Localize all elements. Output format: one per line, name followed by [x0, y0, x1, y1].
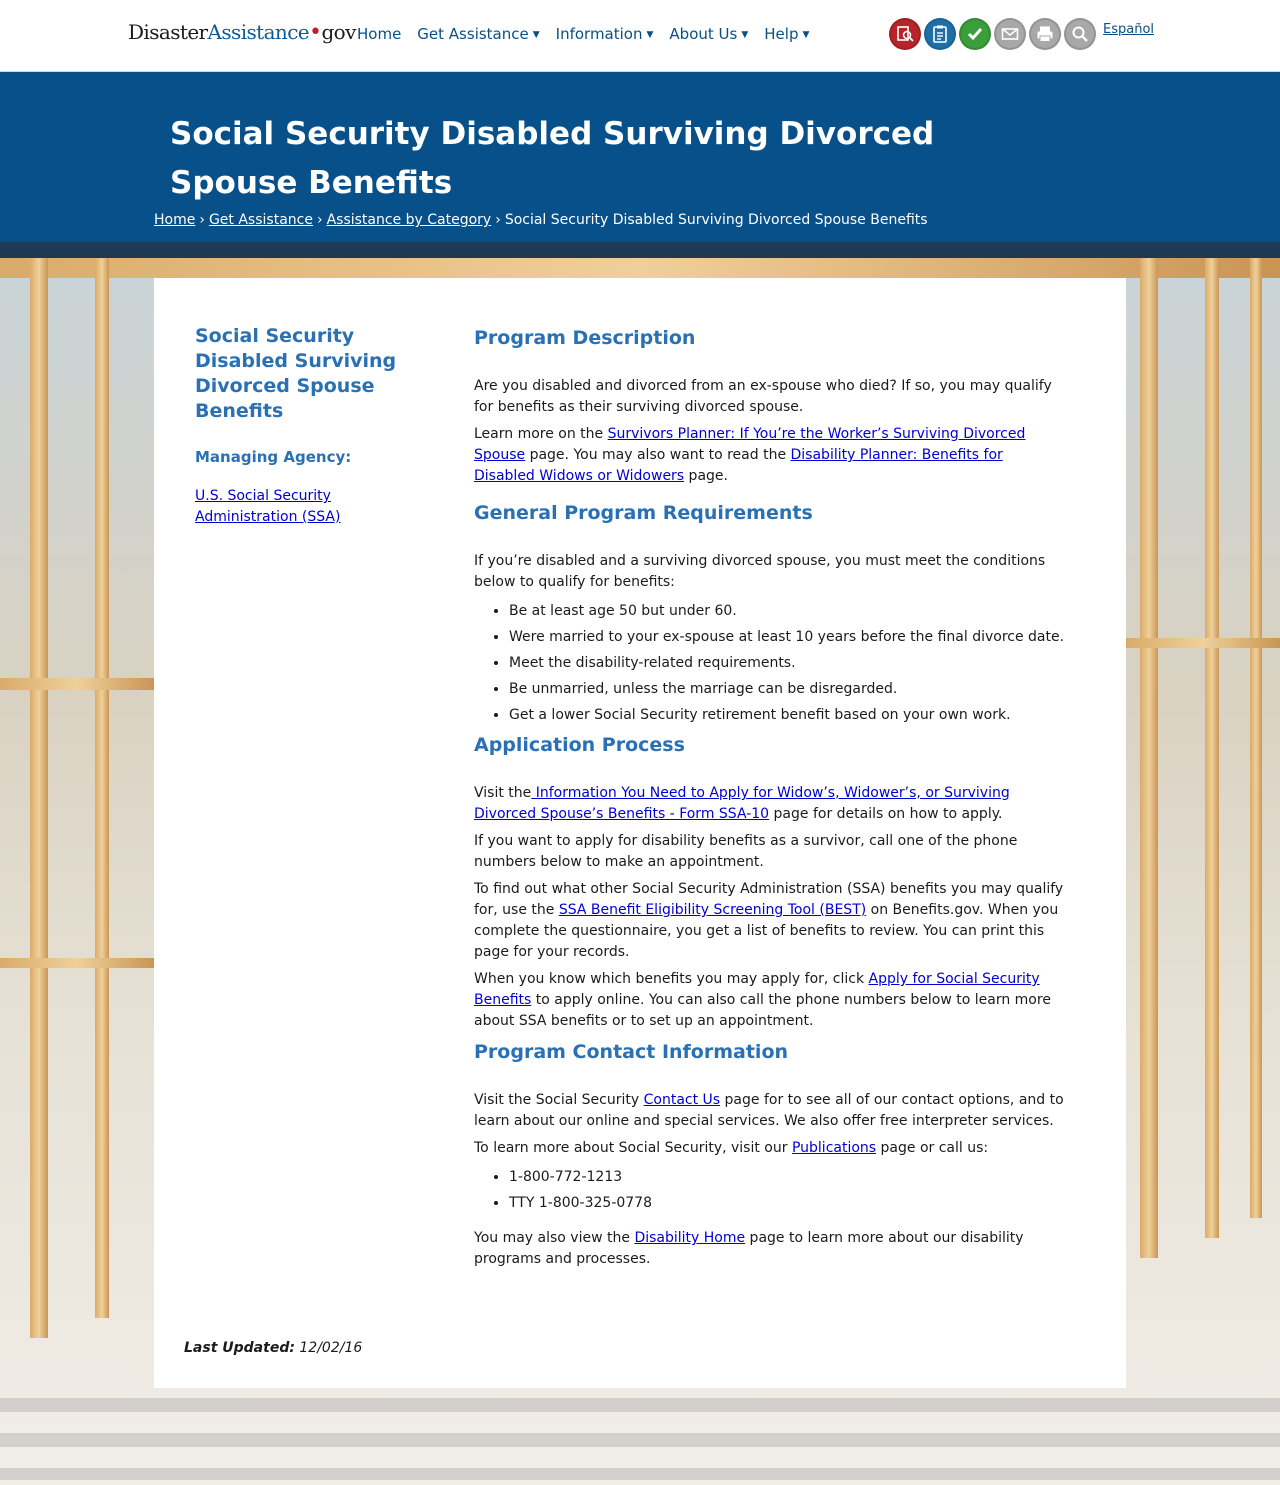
- nav-home[interactable]: Home: [357, 25, 401, 43]
- description-learn-more: Learn more on the Survivors Planner: If …: [474, 424, 1066, 487]
- publications-link[interactable]: Publications: [792, 1140, 876, 1156]
- last-updated-label: Last Updated:: [184, 1340, 295, 1356]
- logo-part-disaster: Disaster: [128, 20, 208, 44]
- main-nav: Home Get Assistance ▼ Information ▼ About …: [357, 25, 825, 43]
- breadcrumb-get-assistance[interactable]: Get Assistance: [209, 212, 313, 228]
- check-status-icon[interactable]: [924, 18, 956, 50]
- breadcrumb-assistance-by-category[interactable]: Assistance by Category: [327, 212, 492, 228]
- nav-about-us-label: About Us: [669, 25, 738, 43]
- banner-divider: [0, 242, 1280, 258]
- language-espanol-link[interactable]: Español: [1103, 22, 1154, 37]
- last-updated: Last Updated: 12/02/16: [184, 1340, 362, 1356]
- contact-paragraph-2: To learn more about Social Security, vis…: [474, 1138, 1066, 1159]
- phone-number: 1-800-772-1213: [509, 1167, 1066, 1188]
- nav-help[interactable]: Help ▼: [764, 25, 809, 43]
- text: Visit the Social Security: [474, 1092, 644, 1108]
- phone-list: 1-800-772-1213 TTY 1-800-325-0778: [474, 1167, 1066, 1214]
- nav-information-label: Information: [555, 25, 643, 43]
- text: to apply online. You can also call the p…: [474, 992, 1051, 1029]
- toolbar-icons: [889, 18, 1099, 50]
- managing-agency-link[interactable]: U.S. Social Security Administration (SSA…: [195, 486, 435, 528]
- logo-part-gov: gov: [321, 20, 356, 44]
- list-item: Were married to your ex-spouse at least …: [509, 627, 1066, 648]
- contact-paragraph-3: You may also view the Disability Home pa…: [474, 1228, 1066, 1270]
- text: Visit the: [474, 785, 532, 801]
- search-icon[interactable]: [1064, 18, 1096, 50]
- nav-information[interactable]: Information ▼: [556, 25, 654, 43]
- section-heading-application-process: Application Process: [474, 734, 685, 756]
- last-updated-date: 12/02/16: [299, 1340, 363, 1356]
- breadcrumb-separator: ›: [495, 212, 501, 228]
- requirements-intro: If you’re disabled and a surviving divor…: [474, 553, 1046, 590]
- site-logo[interactable]: DisasterAssistance•gov: [128, 20, 356, 45]
- program-sidebar: Social Security Disabled Surviving Divor…: [195, 324, 435, 528]
- disability-home-link[interactable]: Disability Home: [634, 1230, 745, 1246]
- apply-online-icon[interactable]: [889, 18, 921, 50]
- list-item: Be unmarried, unless the marriage can be…: [509, 679, 1066, 700]
- breadcrumb-separator: ›: [316, 212, 323, 228]
- text: To learn more about Social Security, vis…: [474, 1140, 792, 1156]
- contact-us-link[interactable]: Contact Us: [644, 1092, 720, 1108]
- requirements-list: Be at least age 50 but under 60. Were ma…: [474, 601, 1066, 726]
- nav-get-assistance-label: Get Assistance: [417, 25, 529, 43]
- phone-number: TTY 1-800-325-0778: [509, 1193, 1066, 1214]
- content-card: Social Security Disabled Surviving Divor…: [154, 278, 1126, 1388]
- section-heading-general-requirements: General Program Requirements: [474, 502, 813, 524]
- email-icon[interactable]: [994, 18, 1026, 50]
- text: You may also view the: [474, 1230, 635, 1246]
- list-item: Meet the disability-related requirements…: [509, 653, 1066, 674]
- text: When you know which benefits you may app…: [474, 971, 869, 987]
- breadcrumb-home[interactable]: Home: [154, 212, 195, 228]
- best-tool-link[interactable]: SSA Benefit Eligibility Screening Tool (…: [559, 902, 866, 918]
- list-item: Be at least age 50 but under 60.: [509, 601, 1066, 622]
- chevron-down-icon: ▼: [646, 30, 654, 40]
- page-title: Social Security Disabled Surviving Divor…: [170, 116, 935, 201]
- list-item: Get a lower Social Security retirement b…: [509, 705, 1066, 726]
- section-heading-program-description: Program Description: [474, 327, 696, 349]
- page-banner: Social Security Disabled Surviving Divor…: [0, 72, 1280, 242]
- text: page for details on how to apply.: [769, 806, 1003, 822]
- print-icon[interactable]: [1029, 18, 1061, 50]
- breadcrumb-current: Social Security Disabled Surviving Divor…: [504, 212, 928, 228]
- nav-get-assistance[interactable]: Get Assistance ▼: [417, 25, 539, 43]
- breadcrumb-separator: ›: [199, 212, 205, 228]
- checklist-icon[interactable]: [959, 18, 991, 50]
- chevron-down-icon: ▼: [741, 30, 749, 40]
- text: Learn more on the: [474, 426, 608, 442]
- text: page. You may also want to read the: [525, 447, 791, 463]
- logo-part-assistance: Assistance: [207, 20, 310, 44]
- chevron-down-icon: ▼: [532, 30, 540, 40]
- breadcrumb: Home › Get Assistance › Assistance by Catego…: [154, 212, 928, 228]
- sidebar-program-title: Social Security Disabled Surviving Divor…: [195, 325, 397, 422]
- description-paragraph: Are you disabled and divorced from an ex…: [474, 378, 1052, 415]
- site-header: DisasterAssistance•gov Home Get Assistan…: [0, 0, 1280, 72]
- application-paragraph-4: When you know which benefits you may app…: [474, 969, 1066, 1032]
- managing-agency-label: Managing Agency:: [195, 448, 352, 466]
- chevron-down-icon: ▼: [802, 30, 810, 40]
- logo-dot: •: [309, 20, 322, 45]
- program-content: Program Description Are you disabled and…: [474, 324, 1066, 1276]
- application-paragraph-3: To find out what other Social Security A…: [474, 879, 1066, 963]
- contact-paragraph-1: Visit the Social Security Contact Us pag…: [474, 1090, 1066, 1132]
- application-paragraph-1: Visit the Information You Need to Apply …: [474, 783, 1066, 825]
- text: page or call us:: [876, 1140, 989, 1156]
- section-heading-contact-information: Program Contact Information: [474, 1041, 789, 1063]
- nav-help-label: Help: [764, 25, 799, 43]
- nav-about-us[interactable]: About Us ▼: [669, 25, 748, 43]
- application-paragraph-2: If you want to apply for disability bene…: [474, 833, 1018, 870]
- text: page.: [684, 468, 728, 484]
